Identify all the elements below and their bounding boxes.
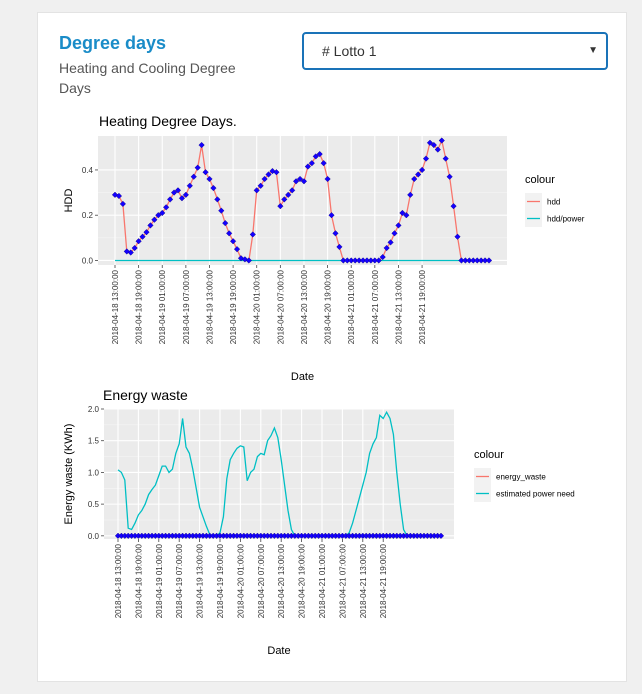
x-tick-label: 2018-04-19 19:00:00 — [216, 543, 225, 618]
legend-title: colour — [474, 449, 504, 461]
y-tick-label: 1.5 — [88, 437, 100, 446]
x-tick-label: 2018-04-18 19:00:00 — [134, 543, 143, 618]
legend-entry: energy_waste — [496, 473, 546, 482]
x-tick-label: 2018-04-20 13:00:00 — [277, 543, 286, 618]
x-tick-label: 2018-04-21 13:00:00 — [359, 543, 368, 618]
legend-entry: estimated power need — [496, 490, 575, 499]
energy-waste-chart: 0.0 0.5 1.0 1.5 2.0 2018-04-18 13:00:00 2018-0… — [63, 387, 575, 657]
x-tick-label: 2018-04-20 01:00:00 — [236, 543, 245, 618]
x-tick-label: 2018-04-19 01:00:00 — [155, 543, 164, 618]
chart-title: Energy waste — [103, 387, 188, 403]
y-tick-label: 2.0 — [88, 405, 100, 414]
x-tick-label: 2018-04-19 07:00:00 — [175, 543, 184, 618]
y-axis-label: Energy waste (KWh) — [63, 424, 75, 525]
y-tick-label: 1.0 — [88, 468, 100, 477]
y-tick-label: 0.0 — [88, 532, 100, 541]
x-axis-label: Date — [267, 645, 290, 657]
y-tick-label: 0.5 — [88, 500, 100, 509]
x-tick-label: 2018-04-21 07:00:00 — [338, 543, 347, 618]
x-tick-label: 2018-04-21 01:00:00 — [318, 543, 327, 618]
plot-panel — [104, 409, 454, 539]
x-tick-label: 2018-04-18 13:00:00 — [114, 543, 123, 618]
x-tick-label: 2018-04-20 07:00:00 — [257, 543, 266, 618]
x-tick-label: 2018-04-20 19:00:00 — [298, 543, 307, 618]
x-tick-label: 2018-04-21 19:00:00 — [379, 543, 388, 618]
x-tick-label: 2018-04-19 13:00:00 — [196, 543, 205, 618]
